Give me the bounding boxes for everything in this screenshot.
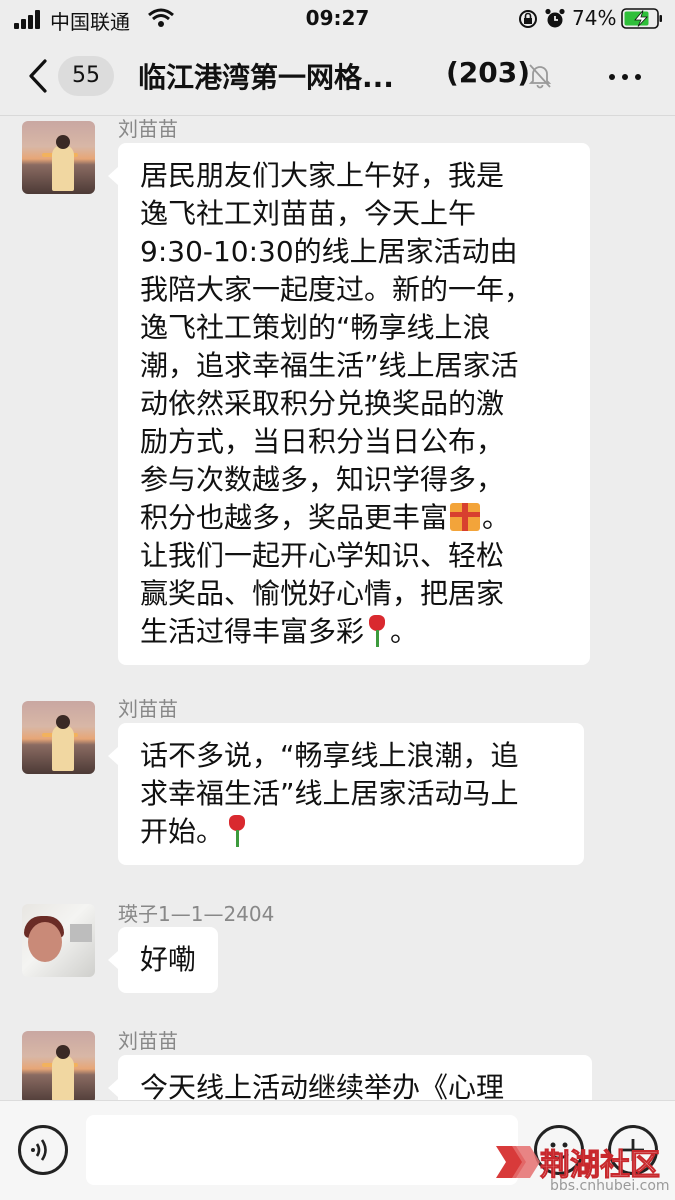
message-line: 励方式，当日积分当日公布， xyxy=(140,425,505,458)
message-line-tail: 。 xyxy=(482,501,511,534)
rotation-lock-icon xyxy=(519,10,537,28)
message-line-text: 开始。 xyxy=(140,815,225,848)
avatar[interactable] xyxy=(22,904,95,977)
avatar[interactable] xyxy=(22,1031,95,1100)
message-line: 逸飞社工刘苗苗，今天上午 xyxy=(140,197,477,230)
message-line: 9:30-10:30的线上居家活动由 xyxy=(140,235,518,268)
watermark-logo-icon xyxy=(496,1146,540,1178)
avatar[interactable] xyxy=(22,121,95,194)
watermark-url: bbs.cnhubei.com xyxy=(550,1178,670,1194)
sender-name: 刘苗苗 xyxy=(118,1029,178,1053)
chat-header: 55 临江港湾第一网格... (203) xyxy=(0,38,675,116)
message-line: 让我们一起开心学知识、轻松 xyxy=(140,539,505,572)
message-bubble[interactable]: 今天线上活动继续举办《心理 xyxy=(108,1055,592,1100)
voice-icon xyxy=(31,1139,47,1161)
more-options-icon[interactable] xyxy=(605,64,645,88)
message-line-text: 积分也越多，奖品更丰富 xyxy=(140,501,449,534)
status-bar: 中国联通 09:27 74% xyxy=(0,0,675,38)
rose-emoji-icon xyxy=(226,815,248,847)
message-line: 逸飞社工策划的“畅享线上浪 xyxy=(140,311,491,344)
unread-count-badge[interactable]: 55 xyxy=(58,56,114,96)
message-line: 求幸福生活”线上居家活动马上 xyxy=(140,777,519,810)
message-line-text: 生活过得丰富多彩 xyxy=(140,615,365,648)
voice-input-button[interactable] xyxy=(18,1125,68,1175)
message-line: 好嘞 xyxy=(140,943,197,976)
message-line: 参与次数越多，知识学得多， xyxy=(140,463,505,496)
battery-percent: 74% xyxy=(572,6,617,30)
message-line: 今天线上活动继续举办《心理 xyxy=(140,1071,505,1100)
message-line: 积分也越多，奖品更丰富。 xyxy=(140,499,568,537)
alarm-icon xyxy=(545,8,565,28)
message-bubble[interactable]: 话不多说，“畅享线上浪潮，追 求幸福生活”线上居家活动马上 开始。 xyxy=(108,723,584,865)
message-line: 居民朋友们大家上午好，我是 xyxy=(140,159,505,192)
sender-name: 刘苗苗 xyxy=(118,697,178,721)
message-line: 话不多说，“畅享线上浪潮，追 xyxy=(140,739,519,772)
message-bubble[interactable]: 居民朋友们大家上午好，我是 逸飞社工刘苗苗，今天上午 9:30-10:30的线上… xyxy=(108,143,590,665)
back-chevron-icon[interactable] xyxy=(26,58,48,94)
sender-name: 瑛子1—1—2404 xyxy=(118,902,275,926)
message-bubble[interactable]: 好嘞 xyxy=(107,927,219,993)
message-line-tail: 。 xyxy=(390,615,419,648)
avatar[interactable] xyxy=(22,701,95,774)
message-line: 动依然采取积分兑换奖品的激 xyxy=(140,387,505,420)
chat-title: 临江港湾第一网格... xyxy=(138,61,394,94)
message-input[interactable] xyxy=(86,1115,518,1185)
mute-bell-icon xyxy=(528,64,552,89)
gift-emoji-icon xyxy=(450,503,481,531)
message-line: 开始。 xyxy=(140,813,562,851)
battery-charging-icon xyxy=(621,8,662,29)
message-line: 潮，追求幸福生活”线上居家活 xyxy=(140,349,519,382)
message-line: 生活过得丰富多彩。 xyxy=(140,613,568,651)
message-line: 赢奖品、愉悦好心情，把居家 xyxy=(140,577,505,610)
member-count: (203) xyxy=(446,56,531,89)
message-list[interactable]: 刘苗苗 居民朋友们大家上午好，我是 逸飞社工刘苗苗，今天上午 9:30-10:3… xyxy=(0,117,675,1100)
rose-emoji-icon xyxy=(366,615,388,647)
sender-name: 刘苗苗 xyxy=(118,117,178,141)
message-line: 我陪大家一起度过。新的一年， xyxy=(140,273,533,306)
